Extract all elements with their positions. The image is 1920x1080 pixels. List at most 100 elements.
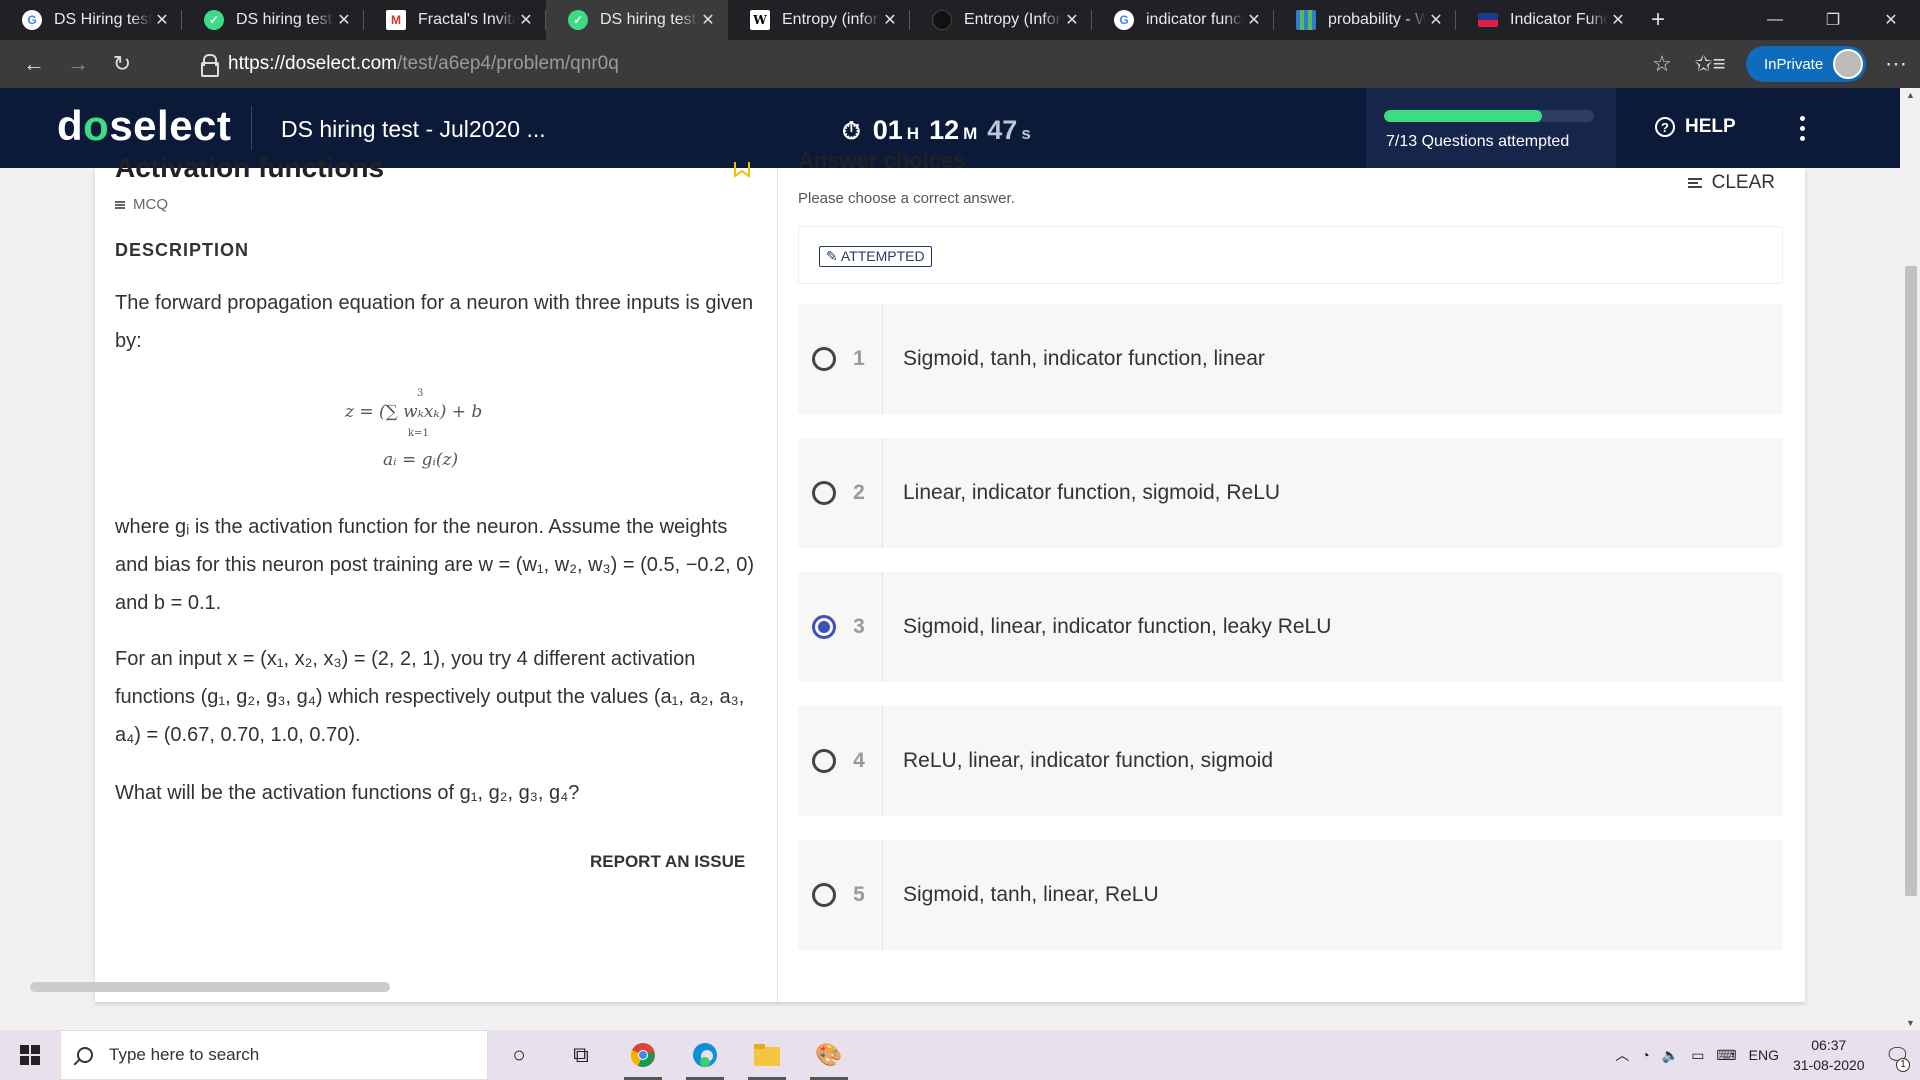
question-prompt: What will be the activation functions of… bbox=[115, 782, 580, 804]
browser-tab[interactable]: G DS Hiring test ✕ bbox=[0, 0, 182, 40]
close-tab-icon[interactable]: ✕ bbox=[698, 10, 718, 30]
scroll-down-icon[interactable]: ▼ bbox=[1906, 1018, 1915, 1028]
browser-tab[interactable]: probability - W ✕ bbox=[1274, 0, 1456, 40]
tab-title: indicator functi bbox=[1146, 11, 1244, 28]
chrome-icon[interactable] bbox=[612, 1030, 674, 1080]
progress-panel: 7/13 Questions attempted bbox=[1366, 88, 1616, 168]
progress-bar bbox=[1384, 110, 1594, 122]
favorites-list-icon[interactable]: ✩≡ bbox=[1686, 51, 1734, 77]
option-number: 5 bbox=[853, 883, 865, 906]
browser-tab[interactable]: Entropy (Inform ✕ bbox=[910, 0, 1092, 40]
answer-option-2[interactable]: 2 Linear, indicator function, sigmoid, R… bbox=[798, 438, 1783, 548]
minimize-icon[interactable]: — bbox=[1746, 0, 1804, 40]
taskbar-search-input[interactable]: Type here to search bbox=[60, 1030, 488, 1080]
browser-tab[interactable]: W Entropy (inform ✕ bbox=[728, 0, 910, 40]
answer-heading: Answer choices bbox=[798, 148, 966, 173]
close-tab-icon[interactable]: ✕ bbox=[516, 10, 536, 30]
option-text: ReLU, linear, indicator function, sigmoi… bbox=[903, 749, 1274, 772]
language-indicator[interactable]: ENG bbox=[1749, 1047, 1779, 1063]
search-icon bbox=[77, 1047, 93, 1063]
close-tab-icon[interactable]: ✕ bbox=[1062, 10, 1082, 30]
close-tab-icon[interactable]: ✕ bbox=[1608, 10, 1628, 30]
radio-button[interactable] bbox=[812, 883, 836, 907]
more-options-icon[interactable]: ⋯ bbox=[1872, 51, 1920, 77]
description-paragraph: For an input x = (x₁, x₂, x₃) = (2, 2, 1… bbox=[115, 648, 745, 746]
bookmark-icon[interactable] bbox=[733, 162, 751, 178]
notifications-icon[interactable]: 🗨 1 bbox=[1885, 1043, 1910, 1072]
browser-tab[interactable]: ✓ DS hiring test - ✕ bbox=[182, 0, 364, 40]
option-number: 2 bbox=[853, 481, 865, 504]
browser-tab[interactable]: M Fractal's Invitat ✕ bbox=[364, 0, 546, 40]
favorite-star-icon[interactable]: ☆ bbox=[1638, 51, 1686, 77]
question-type: MCQ bbox=[115, 196, 168, 213]
windows-start-icon[interactable] bbox=[0, 1030, 60, 1080]
keyboard-icon[interactable]: ⌨ bbox=[1716, 1047, 1736, 1064]
clear-list-icon bbox=[1687, 178, 1702, 188]
answer-option-1[interactable]: 1 Sigmoid, tanh, indicator function, lin… bbox=[798, 304, 1783, 414]
close-tab-icon[interactable]: ✕ bbox=[1426, 10, 1446, 30]
status-box: ✎ ATTEMPTED bbox=[798, 226, 1783, 284]
system-clock[interactable]: 06:37 31-08-2020 bbox=[1793, 1035, 1865, 1075]
horizontal-scrollbar[interactable] bbox=[30, 982, 390, 992]
test-name: DS hiring test - Jul2020 ... bbox=[281, 116, 546, 142]
answer-option-3[interactable]: 3 Sigmoid, linear, indicator function, l… bbox=[798, 572, 1783, 682]
option-text: Sigmoid, tanh, linear, ReLU bbox=[903, 883, 1159, 906]
refresh-icon[interactable]: ↻ bbox=[100, 44, 144, 84]
radio-button-selected[interactable] bbox=[812, 615, 836, 639]
new-tab-button[interactable]: + bbox=[1638, 6, 1678, 34]
file-explorer-icon[interactable] bbox=[736, 1030, 798, 1080]
browser-tab[interactable]: G indicator functi ✕ bbox=[1092, 0, 1274, 40]
inprivate-button[interactable]: InPrivate bbox=[1746, 46, 1866, 82]
radio-button[interactable] bbox=[812, 481, 836, 505]
scrollbar-thumb[interactable] bbox=[1905, 266, 1917, 896]
question-title: Activation functions bbox=[115, 152, 385, 183]
answer-option-5[interactable]: 5 Sigmoid, tanh, linear, ReLU bbox=[798, 840, 1783, 950]
url-text: https://doselect.com/test/a6ep4/problem/… bbox=[228, 53, 619, 74]
close-tab-icon[interactable]: ✕ bbox=[152, 10, 172, 30]
tab-title: Entropy (Inform bbox=[964, 11, 1062, 28]
cortana-icon[interactable]: ○ bbox=[488, 1030, 550, 1080]
forward-icon[interactable]: → bbox=[56, 44, 100, 84]
avatar bbox=[1833, 49, 1863, 79]
wikipedia-icon: W bbox=[750, 10, 770, 30]
grid-icon bbox=[1296, 10, 1316, 30]
tab-title: DS Hiring test bbox=[54, 11, 152, 28]
scroll-up-icon[interactable]: ▲ bbox=[1906, 90, 1915, 100]
description-paragraph: The forward propagation equation for a n… bbox=[115, 292, 754, 352]
kebab-menu-icon[interactable] bbox=[1800, 116, 1808, 141]
browser-tab[interactable]: Indicator Functi ✕ bbox=[1456, 0, 1638, 40]
wifi-icon[interactable]: ◔ bbox=[1641, 1047, 1649, 1063]
option-text: Linear, indicator function, sigmoid, ReL… bbox=[903, 481, 1281, 504]
close-tab-icon[interactable]: ✕ bbox=[334, 10, 354, 30]
battery-icon[interactable]: ▭ bbox=[1691, 1047, 1704, 1064]
progress-text: 7/13 Questions attempted bbox=[1386, 133, 1570, 150]
restore-icon[interactable]: ❐ bbox=[1804, 0, 1862, 40]
chevron-up-icon[interactable]: ︿ bbox=[1615, 1045, 1629, 1065]
help-button[interactable]: ? HELP bbox=[1655, 116, 1736, 138]
vertical-scrollbar[interactable]: ▲ ▼ bbox=[1900, 88, 1920, 1030]
close-tab-icon[interactable]: ✕ bbox=[1244, 10, 1264, 30]
edge-icon[interactable] bbox=[674, 1030, 736, 1080]
tab-title: probability - W bbox=[1328, 11, 1426, 28]
back-icon[interactable]: ← bbox=[12, 44, 56, 84]
url-field[interactable]: https://doselect.com/test/a6ep4/problem/… bbox=[184, 46, 1714, 82]
browser-tab-active[interactable]: ✓ DS hiring test - ✕ bbox=[546, 0, 728, 40]
answer-option-4[interactable]: 4 ReLU, linear, indicator function, sigm… bbox=[798, 706, 1783, 816]
clear-button[interactable]: CLEAR bbox=[1687, 172, 1775, 194]
close-tab-icon[interactable]: ✕ bbox=[880, 10, 900, 30]
tab-title: DS hiring test - bbox=[600, 11, 698, 28]
list-icon bbox=[115, 200, 125, 209]
radio-button[interactable] bbox=[812, 347, 836, 371]
system-tray: ︿ ◔ 🔈 ▭ ⌨ ENG 06:37 31-08-2020 🗨 1 bbox=[1609, 1030, 1920, 1080]
report-issue-link[interactable]: REPORT AN ISSUE bbox=[590, 852, 745, 872]
close-window-icon[interactable]: ✕ bbox=[1862, 0, 1920, 40]
tab-title: Indicator Functi bbox=[1510, 11, 1608, 28]
question-panel: Activation functions MCQ DESCRIPTION The… bbox=[30, 152, 778, 1002]
radio-button[interactable] bbox=[812, 749, 836, 773]
volume-icon[interactable]: 🔈 bbox=[1662, 1047, 1679, 1064]
google-icon: G bbox=[22, 10, 42, 30]
window-controls: — ❐ ✕ bbox=[1746, 0, 1920, 40]
doselect-logo[interactable]: doselect bbox=[57, 102, 231, 150]
task-view-icon[interactable]: ⧉ bbox=[550, 1030, 612, 1080]
paint-icon[interactable]: 🎨 bbox=[798, 1030, 860, 1080]
